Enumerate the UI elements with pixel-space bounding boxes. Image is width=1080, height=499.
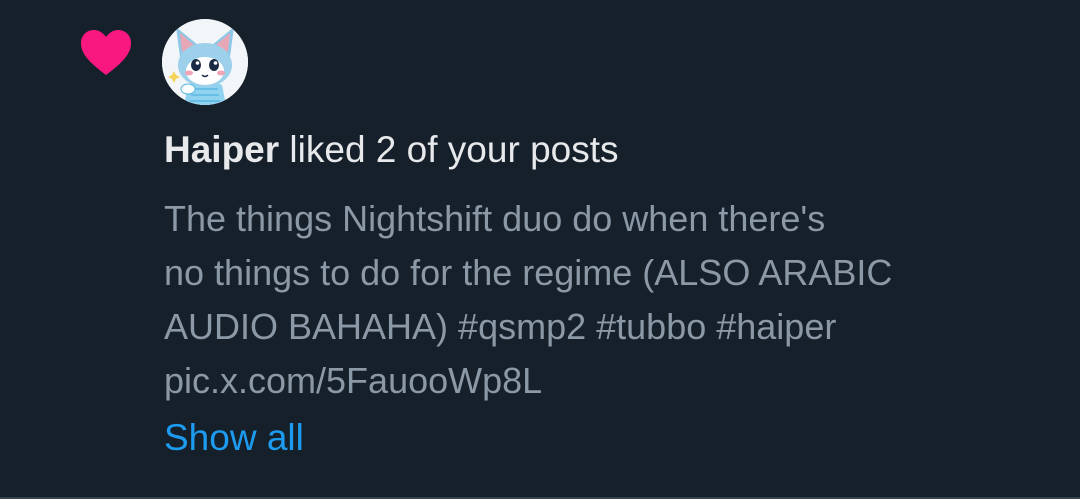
action-text: liked 2 of your posts xyxy=(279,129,619,170)
post-text-line: no things to do for the regime (ALSO ARA… xyxy=(164,252,893,293)
show-all-link[interactable]: Show all xyxy=(164,414,304,462)
post-text-line: AUDIO BAHAHA) #qsmp2 #tubbo #haiper xyxy=(164,306,837,347)
heart-icon xyxy=(79,28,133,78)
cat-avatar-icon xyxy=(162,19,248,105)
actor-name[interactable]: Haiper xyxy=(164,129,279,170)
post-text-line: pic.x.com/5FauooWp8L xyxy=(164,360,543,401)
notification-headline: Haiper liked 2 of your posts xyxy=(164,126,619,174)
like-notification[interactable]: Haiper liked 2 of your posts The things … xyxy=(0,0,1080,499)
post-text-line: The things Nightshift duo do when there'… xyxy=(164,198,826,239)
post-preview-text[interactable]: The things Nightshift duo do when there'… xyxy=(164,192,1044,408)
avatar[interactable] xyxy=(162,19,248,105)
